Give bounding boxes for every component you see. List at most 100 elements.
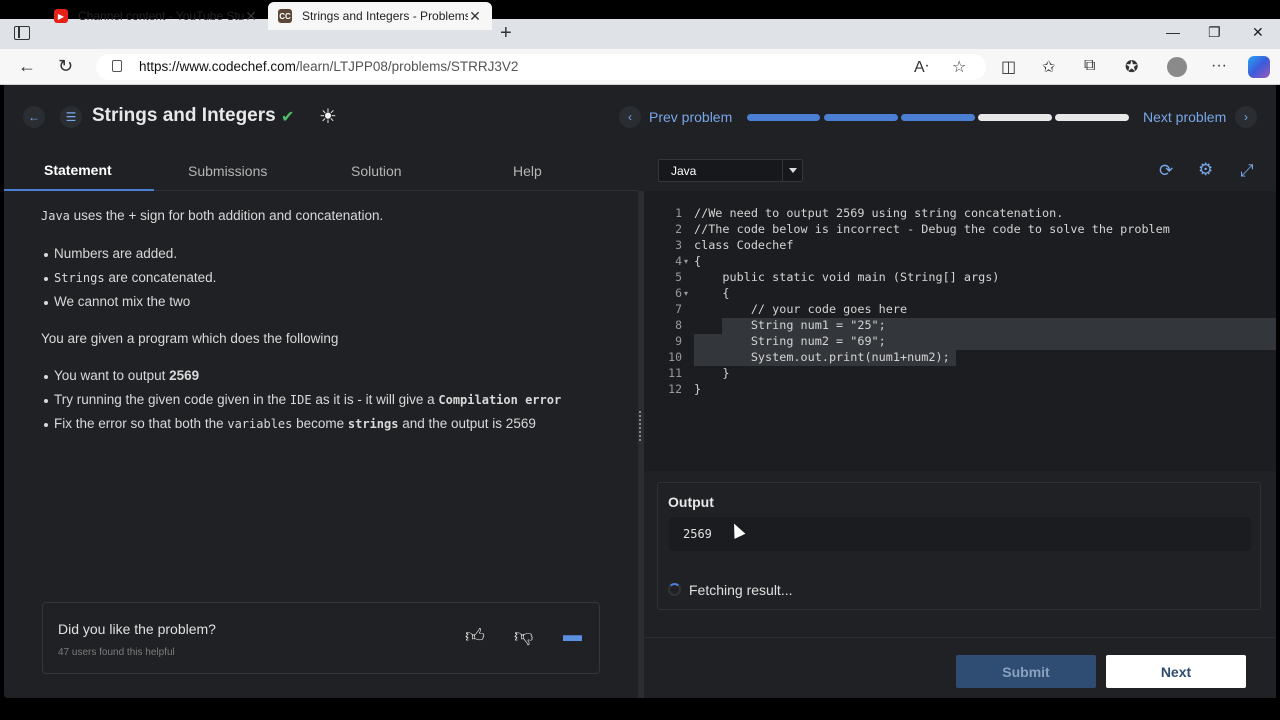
code-line[interactable]: public static void main (String[] args): [694, 270, 999, 284]
code-line[interactable]: //The code below is incorrect - Debug th…: [694, 222, 1170, 236]
next-chevron-icon[interactable]: ›: [1235, 106, 1257, 128]
browser-tab-youtube[interactable]: ▶ Channel content - YouTube Studio ✕: [44, 2, 268, 30]
lock-icon[interactable]: [112, 60, 122, 72]
output-label: Output: [668, 494, 714, 510]
bullet-dot: [44, 375, 48, 379]
code-line[interactable]: String num1 = "25";: [694, 318, 886, 332]
inline-code: Strings: [54, 271, 105, 285]
browser-tab-codechef[interactable]: CC Strings and Integers - Problems ✕: [268, 2, 492, 30]
submit-button[interactable]: Submit: [956, 655, 1096, 688]
list-item: Numbers are added.: [54, 246, 178, 261]
list-item-text: become: [292, 416, 348, 431]
line-number: 7: [675, 302, 682, 316]
refresh-icon[interactable]: ↻: [58, 56, 73, 77]
close-tab-icon[interactable]: ✕: [468, 8, 482, 25]
bullet-dot: [44, 253, 48, 257]
code-line[interactable]: //We need to output 2569 using string co…: [694, 206, 1063, 220]
codechef-icon: CC: [278, 9, 292, 23]
bullet-dot: [44, 399, 48, 403]
line-number: 6: [675, 286, 682, 300]
thumbs-down-icon[interactable]: 👎︎: [514, 625, 533, 648]
bold-text: 2569: [169, 368, 200, 383]
tab-actions-icon[interactable]: [14, 26, 30, 40]
close-tab-icon[interactable]: ✕: [244, 8, 258, 25]
restore-icon[interactable]: ❐: [1208, 24, 1221, 41]
next-button[interactable]: Next: [1106, 655, 1246, 688]
favorite-star-icon[interactable]: ☆: [952, 57, 966, 77]
code-line[interactable]: class Codechef: [694, 238, 793, 252]
code-line[interactable]: {: [694, 254, 701, 268]
tab-statement[interactable]: Statement: [44, 162, 112, 178]
list-item-text: Try running the given code given in the: [54, 392, 290, 407]
reset-code-icon[interactable]: ⟳: [1159, 161, 1173, 181]
url-text[interactable]: https://www.codechef.com/learn/LTJPP08/p…: [139, 59, 518, 74]
tab-solution[interactable]: Solution: [351, 163, 402, 179]
list-item-text: as it is - it will give a: [311, 392, 439, 407]
output-value: 2569: [683, 527, 712, 541]
progress-segment: [978, 114, 1052, 121]
close-window-icon[interactable]: ✕: [1252, 24, 1264, 41]
favorites-icon[interactable]: ✩: [1042, 57, 1055, 77]
line-number: 9: [675, 334, 682, 348]
fold-icon[interactable]: ▾: [684, 257, 688, 266]
code-line[interactable]: String num2 = "69";: [694, 334, 886, 348]
list-item-text: Fix the error so that both the: [54, 416, 228, 431]
list-item-text: You want to output: [54, 368, 170, 383]
url-host: https://www.codechef.com: [139, 59, 296, 74]
code-line[interactable]: System.out.print(num1+num2);: [694, 350, 950, 364]
helpful-count: 47 users found this helpful: [58, 647, 175, 658]
minimize-icon[interactable]: —: [1166, 24, 1180, 40]
inline-code: Compilation error: [438, 393, 562, 407]
line-number: 11: [668, 366, 682, 380]
collections-icon[interactable]: ⧉: [1084, 57, 1095, 75]
list-item-text: are concatenated.: [104, 270, 217, 285]
solved-check-icon: ✔: [281, 109, 295, 126]
browser-tab-title: Strings and Integers - Problems: [302, 9, 468, 23]
comment-icon[interactable]: ▬: [563, 625, 582, 647]
inline-code: strings: [347, 417, 399, 431]
inline-code: IDE: [289, 393, 312, 407]
split-screen-icon[interactable]: ◫: [1001, 57, 1016, 77]
inline-code: Java: [41, 209, 70, 223]
list-item: We cannot mix the two: [54, 294, 191, 309]
list-item: You want to output 2569: [54, 368, 199, 383]
tab-help[interactable]: Help: [513, 163, 542, 179]
language-select[interactable]: Java: [658, 159, 803, 182]
fold-icon[interactable]: ▾: [684, 289, 688, 298]
line-number: 3: [675, 238, 682, 252]
fullscreen-icon[interactable]: ⤢: [1240, 161, 1254, 181]
code-line[interactable]: // your code goes here: [694, 302, 907, 316]
gear-icon[interactable]: ⚙: [1198, 160, 1213, 180]
back-arrow-icon[interactable]: ←: [23, 106, 45, 128]
resize-handle-icon[interactable]: [639, 411, 643, 441]
code-line[interactable]: }: [694, 366, 729, 380]
more-menu-icon[interactable]: ···: [1211, 57, 1227, 75]
chevron-down-icon[interactable]: [782, 160, 802, 181]
thumbs-up-icon[interactable]: 👍︎: [465, 625, 485, 648]
theme-toggle-sun-icon[interactable]: ☀: [319, 104, 337, 129]
page-title: Strings and Integers: [92, 105, 276, 126]
bullet-dot: [44, 301, 48, 305]
statement-intro: Java uses the + sign for both addition a…: [41, 208, 383, 223]
extensions-icon[interactable]: ✪: [1125, 57, 1138, 77]
prev-problem-link[interactable]: Prev problem: [649, 109, 732, 125]
progress-segment: [1055, 114, 1129, 121]
copilot-icon[interactable]: [1248, 56, 1270, 78]
problem-list-icon[interactable]: ☰: [60, 106, 82, 128]
next-problem-link[interactable]: Next problem: [1143, 109, 1226, 125]
feedback-question: Did you like the problem?: [58, 621, 216, 637]
prev-chevron-icon[interactable]: ‹: [619, 106, 641, 128]
loading-spinner-icon: [668, 583, 681, 596]
back-icon[interactable]: ←: [18, 56, 36, 77]
line-number: 12: [668, 382, 682, 396]
code-line[interactable]: {: [694, 286, 729, 300]
profile-avatar[interactable]: [1167, 57, 1187, 77]
code-line[interactable]: }: [694, 382, 701, 396]
read-aloud-icon[interactable]: Aᐧ: [914, 57, 929, 77]
inline-code: variables: [227, 417, 293, 431]
tab-submissions[interactable]: Submissions: [188, 163, 267, 179]
code-editor[interactable]: 1 //We need to output 2569 using string c…: [644, 191, 1276, 471]
new-tab-icon[interactable]: +: [500, 22, 512, 45]
list-item: Fix the error so that both the variables…: [54, 416, 536, 431]
feedback-card: Did you like the problem? 47 users found…: [42, 602, 600, 674]
